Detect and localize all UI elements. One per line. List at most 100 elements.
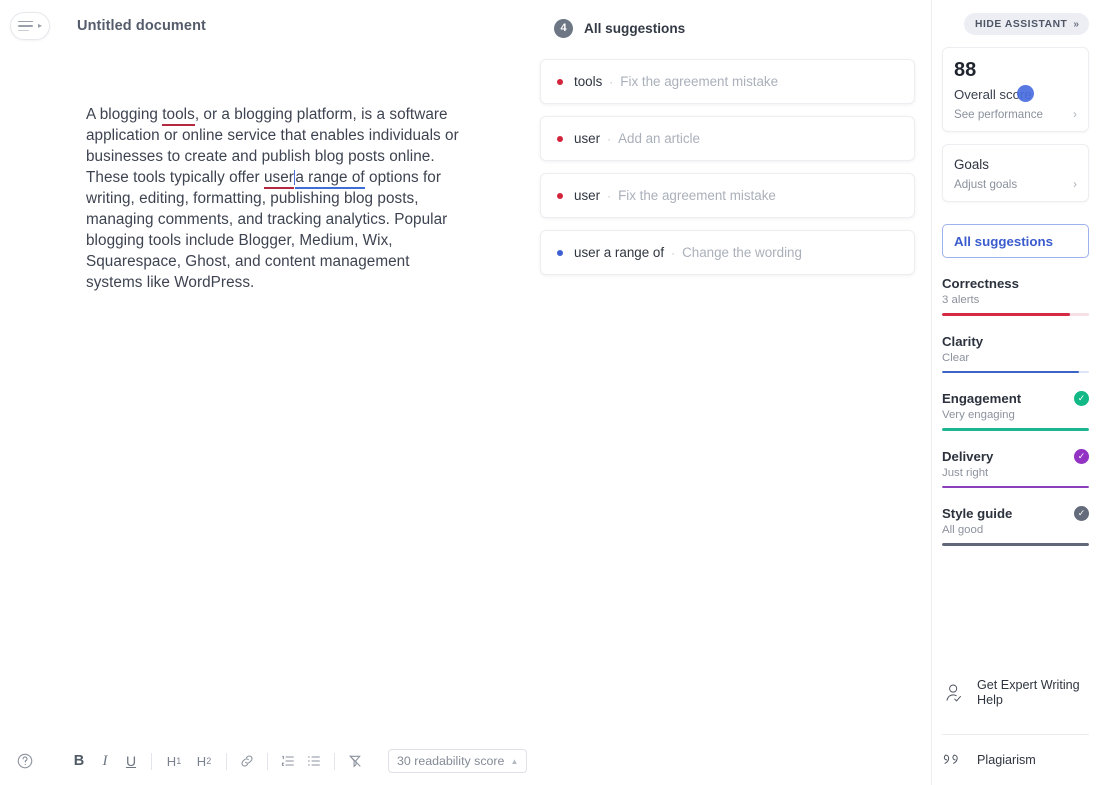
overall-score-label: Overall score (954, 85, 1077, 102)
metric-name: Clarity (942, 333, 984, 349)
suggestion-word: tools (574, 74, 603, 89)
suggestion-separator: · (609, 74, 614, 89)
plagiarism-item[interactable]: Plagiarism (942, 735, 1089, 785)
underline-button[interactable]: U (118, 748, 144, 774)
heading-1-button[interactable]: H1 (159, 754, 189, 769)
toolbar-divider (151, 752, 152, 770)
italic-button[interactable]: I (92, 748, 118, 774)
readability-score-button[interactable]: 30 readability score ▲ (388, 749, 528, 773)
error-tools[interactable]: tools (162, 106, 195, 126)
plagiarism-label: Plagiarism (977, 752, 1036, 767)
editor-column: ▸ Untitled document A blogging tools, or… (0, 0, 532, 785)
metric-engagement[interactable]: Engagement ✓ Very engaging (942, 391, 1089, 431)
suggestion-word: user (574, 131, 601, 146)
toolbar-divider (334, 752, 335, 770)
metric-delivery[interactable]: Delivery ✓ Just right (942, 448, 1089, 489)
suggestion-action: Change the wording (682, 245, 802, 260)
get-expert-writing-help-label: Get Expert Writing Help (977, 678, 1080, 707)
numbered-list-icon[interactable] (275, 748, 301, 774)
suggestion-card[interactable]: user · Add an article (540, 116, 915, 161)
toolbar-divider (226, 752, 227, 770)
suggestion-dot (557, 135, 563, 142)
document-paragraph[interactable]: A blogging tools, or a blogging platform… (86, 104, 470, 293)
menu-bars (17, 20, 33, 32)
heading-2-button[interactable]: H2 (189, 754, 219, 769)
help-circle-icon[interactable] (14, 750, 36, 772)
get-expert-writing-help-item[interactable]: Get Expert Writing Help (942, 678, 1089, 721)
double-chevron-right-icon: » (1073, 18, 1078, 30)
suggestion-card[interactable]: user a range of · Change the wording (540, 230, 915, 275)
mouse-cursor-indicator (1017, 85, 1034, 102)
suggestions-count-badge: 4 (554, 19, 573, 38)
chevron-up-icon: ▲ (510, 756, 519, 766)
h2-label: H (196, 753, 207, 769)
metric-status: Just right (942, 466, 989, 479)
suggestion-dot (557, 192, 563, 199)
readability-score-label: 30 readability score (397, 754, 505, 768)
suggestion-card[interactable]: tools · Fix the agreement mistake (540, 59, 915, 104)
error-user[interactable]: user (263, 169, 294, 189)
formatting-toolbar: B I U H1 H2 30 readability score ▲ (0, 737, 532, 785)
suggestion-separator: · (671, 245, 676, 260)
goals-card[interactable]: Goals Adjust goals › (942, 144, 1089, 202)
metric-progress-bar (942, 428, 1089, 431)
text-run: A blogging (86, 106, 163, 123)
metric-progress-bar (942, 370, 1089, 374)
metric-correctness[interactable]: Correctness 3 alerts (942, 276, 1089, 316)
metric-header: Style guide ✓ (942, 506, 1089, 522)
metric-header: Clarity (942, 334, 1089, 349)
suggestion-separator: · (607, 188, 612, 203)
chevron-right-icon: › (1073, 107, 1077, 121)
metric-header: Engagement ✓ (942, 391, 1089, 407)
metric-style-guide[interactable]: Style guide ✓ All good (942, 506, 1089, 546)
metric-header: Delivery ✓ (942, 448, 1089, 464)
overall-score-card[interactable]: 88 Overall score See performance › (942, 47, 1089, 132)
metric-status: All good (942, 524, 984, 537)
hide-assistant-label: HIDE ASSISTANT (975, 18, 1068, 30)
link-icon[interactable] (234, 748, 260, 774)
suggestion-action: Add an article (618, 131, 700, 146)
page-title: Untitled document (77, 18, 206, 34)
suggestion-separator: · (607, 131, 612, 146)
chevron-right-icon: › (1073, 177, 1077, 191)
suggestion-card[interactable]: user · Fix the agreement mistake (540, 173, 915, 218)
h2-sub: 2 (206, 756, 212, 766)
metric-name: Correctness (942, 276, 1019, 291)
expert-writer-icon (942, 681, 967, 706)
suggestion-word: user a range of (574, 245, 665, 260)
suggestion-dot (557, 249, 563, 256)
metric-status: Very engaging (942, 409, 1015, 422)
metric-status: Clear (942, 351, 970, 364)
goals-title: Goals (954, 157, 989, 172)
sidebar-footer: Get Expert Writing Help Plagiarism (942, 678, 1089, 785)
app-root: ▸ Untitled document A blogging tools, or… (0, 0, 1099, 785)
metric-clarity[interactable]: Clarity Clear (942, 334, 1089, 374)
metric-progress-bar (942, 485, 1089, 489)
suggestions-title: All suggestions (584, 21, 686, 36)
h1-label: H (166, 753, 177, 769)
overall-score-value: 88 (954, 59, 977, 81)
document-body[interactable]: A blogging tools, or a blogging platform… (0, 52, 532, 293)
check-circle-icon: ✓ (1074, 506, 1089, 522)
all-suggestions-button[interactable]: All suggestions (942, 224, 1089, 258)
check-circle-icon: ✓ (1074, 448, 1089, 464)
quotation-marks-icon (942, 749, 967, 771)
clear-formatting-icon[interactable] (342, 748, 368, 774)
assistant-sidebar: HIDE ASSISTANT » 88 Overall score See pe… (931, 0, 1099, 785)
bold-button[interactable]: B (66, 748, 92, 774)
suggestion-dot (557, 78, 563, 85)
metric-progress-bar (942, 543, 1089, 546)
error-a-range-of[interactable]: a range of (295, 169, 365, 189)
document-header: ▸ Untitled document (0, 0, 532, 52)
see-performance-row[interactable]: See performance › (954, 107, 1077, 121)
metric-status: 3 alerts (942, 294, 980, 306)
see-performance-label: See performance (954, 107, 1043, 121)
hamburger-menu-icon[interactable]: ▸ (10, 12, 50, 40)
hide-assistant-button[interactable]: HIDE ASSISTANT » (964, 13, 1089, 35)
check-circle-icon: ✓ (1074, 391, 1089, 407)
suggestion-action: Fix the agreement mistake (620, 74, 779, 89)
metric-header: Correctness (942, 276, 1089, 291)
adjust-goals-row[interactable]: Adjust goals › (954, 177, 1077, 191)
suggestions-column: 4 All suggestions tools · Fix the agreem… (532, 0, 931, 785)
bullet-list-icon[interactable] (301, 748, 327, 774)
